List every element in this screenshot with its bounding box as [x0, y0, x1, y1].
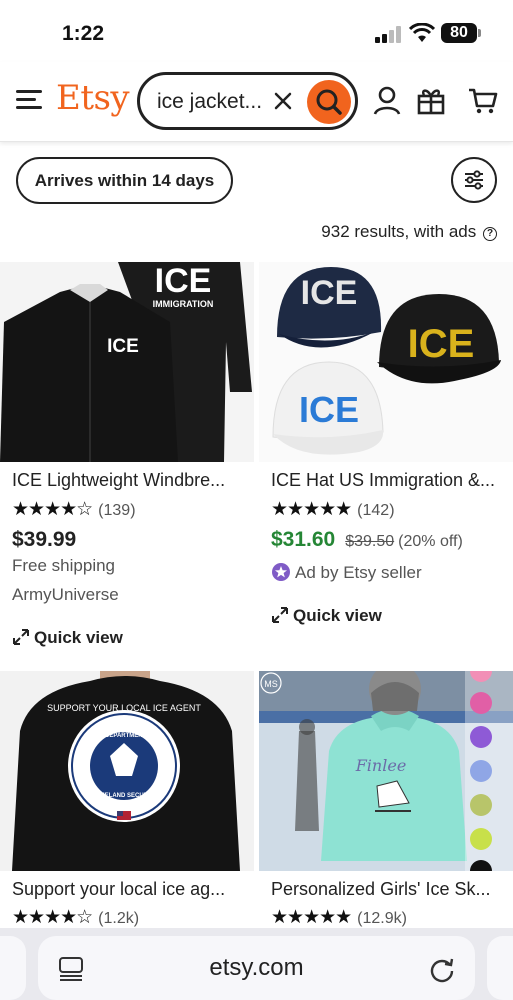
previous-tab-preview[interactable]	[0, 936, 26, 1000]
rating-stars-glyphs: ★★★★★	[271, 907, 352, 928]
status-bar: 1:22 80	[0, 0, 513, 62]
image-text: U.S. DEPARTMENT OF	[92, 733, 157, 739]
search-bar[interactable]: ice jacket...	[137, 72, 358, 130]
quick-view-label: Quick view	[34, 628, 123, 647]
next-tab-preview[interactable]	[487, 936, 513, 1000]
review-count: (139)	[98, 502, 136, 519]
image-text: HOMELAND SECURITY	[91, 793, 158, 799]
review-count: (12.9k)	[357, 910, 407, 927]
product-card[interactable]: SUPPORT YOUR LOCAL ICE AGENT U.S. DEPART…	[0, 671, 254, 928]
product-image[interactable]: Finlee MS	[259, 671, 513, 871]
image-text: SUPPORT YOUR LOCAL ICE AGENT	[47, 703, 201, 713]
status-time: 1:22	[62, 22, 105, 45]
address-bar[interactable]: etsy.com	[38, 936, 475, 1000]
results-count: 932 results, with ads ?	[321, 222, 497, 242]
ad-label: Ad by Etsy seller	[271, 562, 422, 583]
results-text: 932 results, with ads	[321, 222, 477, 241]
ad-label-text: Ad by Etsy seller	[295, 563, 422, 582]
rating-stars: ★★★★★ (142)	[271, 498, 395, 521]
quick-view-button[interactable]: Quick view	[271, 606, 382, 626]
product-image[interactable]: ICE ICE ICE	[259, 262, 513, 462]
product-price: $31.60 $39.50 (20% off)	[271, 528, 463, 552]
product-card[interactable]: Finlee MS Personalized Girls' Ice Sk... …	[259, 671, 513, 928]
product-title[interactable]: ICE Lightweight Windbre...	[12, 470, 244, 491]
wifi-icon	[409, 23, 435, 42]
url-text[interactable]: etsy.com	[38, 954, 475, 982]
shipping-label: Free shipping	[12, 556, 116, 575]
product-price: $39.99	[12, 528, 77, 551]
windbreaker-photo: ICE IMMIGRATION ICE	[0, 262, 254, 462]
product-image[interactable]: ICE IMMIGRATION ICE	[0, 262, 254, 462]
etsy-ad-star-icon	[272, 563, 290, 581]
cart-icon[interactable]	[467, 84, 499, 116]
product-card[interactable]: ICE ICE ICE ICE Hat US Immigration &... …	[259, 262, 513, 662]
ads-info-icon[interactable]: ?	[483, 227, 497, 241]
hoodie-photo: SUPPORT YOUR LOCAL ICE AGENT U.S. DEPART…	[0, 671, 254, 871]
rating-stars: ★★★★☆ (139)	[12, 498, 136, 521]
sale-price: $31.60	[271, 528, 336, 551]
review-count: (142)	[357, 502, 395, 519]
gift-icon[interactable]	[415, 84, 447, 116]
product-card[interactable]: ICE IMMIGRATION ICE ICE Lightweight Wind…	[0, 262, 254, 662]
product-title[interactable]: Personalized Girls' Ice Sk...	[271, 879, 503, 900]
filter-sliders-icon	[465, 170, 483, 190]
search-icon	[316, 89, 342, 115]
etsy-header: Etsy ice jacket...	[0, 62, 513, 142]
battery-tip	[478, 29, 481, 37]
review-count: (1.2k)	[98, 910, 140, 927]
image-text: ICE	[155, 262, 212, 300]
cellular-signal-icon	[375, 25, 401, 43]
image-text: ICE	[299, 389, 359, 430]
discount-label: (20% off)	[398, 533, 463, 550]
expand-icon	[13, 629, 29, 645]
expand-icon	[272, 607, 288, 623]
shop-name[interactable]: ArmyUniverse	[12, 585, 119, 605]
girls-ice-skate-photo: Finlee MS	[259, 671, 513, 871]
product-title[interactable]: Support your local ice ag...	[12, 879, 244, 900]
quick-view-button[interactable]: Quick view	[12, 628, 123, 648]
rating-stars-glyphs: ★★★★☆	[12, 499, 93, 520]
image-text: MS	[264, 679, 278, 689]
account-icon[interactable]	[371, 84, 403, 116]
rating-stars: ★★★★☆ (1.2k)	[12, 906, 139, 929]
search-input[interactable]: ice jacket...	[157, 90, 262, 114]
original-price: $39.50	[345, 533, 395, 550]
etsy-logo[interactable]: Etsy	[56, 78, 130, 118]
product-title[interactable]: ICE Hat US Immigration &...	[271, 470, 503, 491]
browser-toolbar: etsy.com	[0, 928, 513, 1000]
rating-stars-glyphs: ★★★★★	[271, 499, 352, 520]
image-text: ICE	[408, 322, 475, 366]
image-text: ICE	[107, 336, 139, 357]
clear-search-icon[interactable]	[271, 89, 295, 113]
rating-stars-glyphs: ★★★★☆	[12, 907, 93, 928]
rating-stars: ★★★★★ (12.9k)	[271, 906, 407, 929]
filter-button[interactable]	[451, 157, 497, 203]
image-text: IMMIGRATION	[153, 299, 214, 309]
quick-view-label: Quick view	[293, 606, 382, 625]
image-text: Finlee	[355, 756, 407, 775]
image-text: ICE	[301, 274, 358, 312]
search-button[interactable]	[307, 80, 351, 124]
hamburger-menu-icon[interactable]	[16, 90, 42, 110]
product-image[interactable]: SUPPORT YOUR LOCAL ICE AGENT U.S. DEPART…	[0, 671, 254, 871]
battery-indicator: 80	[441, 23, 477, 43]
reload-icon[interactable]	[428, 955, 456, 983]
arrives-within-filter-pill[interactable]: Arrives within 14 days	[16, 157, 233, 204]
ice-hats-photo: ICE ICE ICE	[259, 262, 513, 462]
